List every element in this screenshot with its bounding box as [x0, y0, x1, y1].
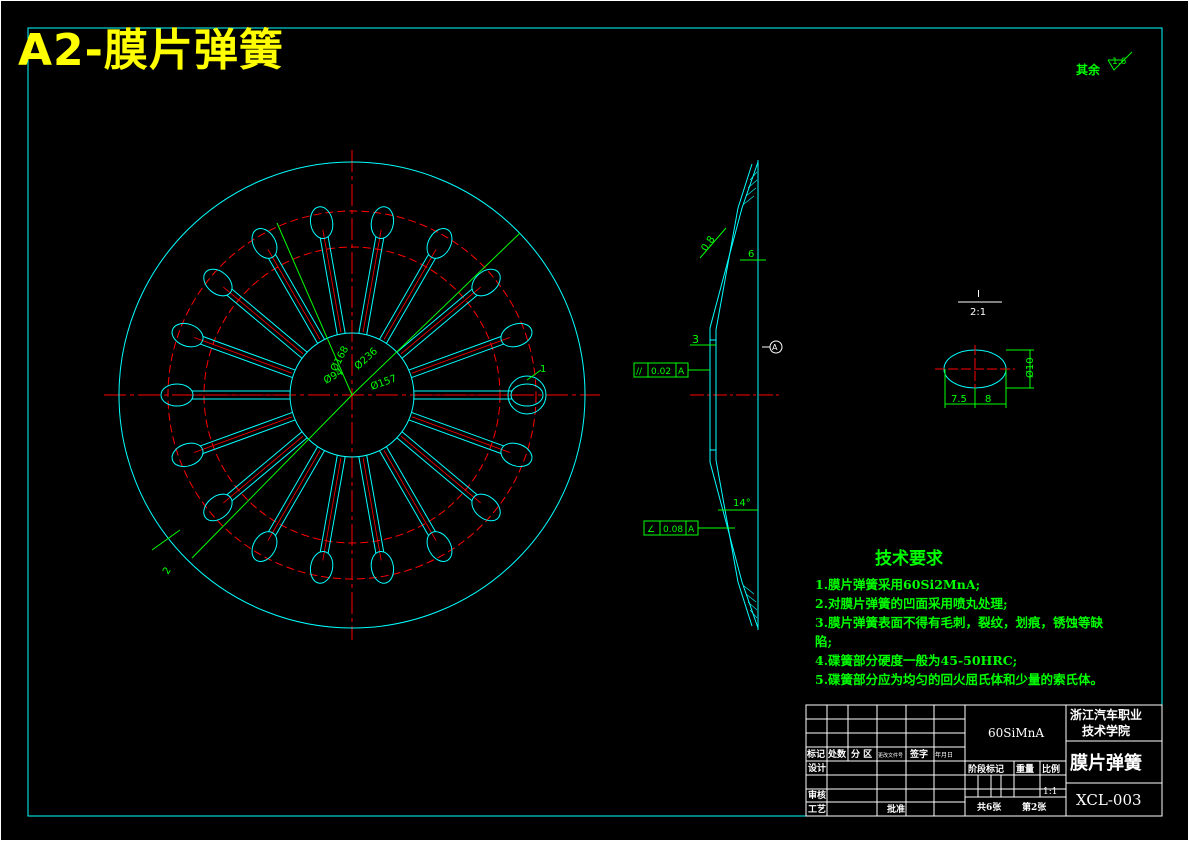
process-label: 工艺 [808, 803, 826, 815]
detail-dim-10: Ø10 [1024, 357, 1036, 378]
check-label: 审核 [808, 789, 826, 801]
datum-a-label: A [772, 343, 778, 352]
approve-label: 批准 [887, 803, 905, 815]
stage-label: 阶段标记 [968, 763, 1004, 775]
dim-14-deg: 14° [733, 498, 751, 509]
section-hatch-bottom [743, 585, 758, 619]
drawing-title: A2-膜片弹簧 [18, 25, 284, 76]
dim-0-8: 0.8 [699, 234, 717, 253]
roughness-symbol: 其余 1.6 [1076, 51, 1133, 77]
radial-slot [358, 455, 395, 584]
detail-dim-7-5: 7.5 [951, 394, 967, 405]
hdr-zone: 分 区 [851, 748, 872, 760]
section-mark-label: 2 [161, 565, 174, 576]
scale-label: 比例 [1042, 763, 1060, 775]
roughness-value: 1.6 [1112, 57, 1127, 67]
school-line-1: 浙江汽车职业 [1070, 707, 1142, 722]
dim-236: Ø236 [352, 345, 380, 372]
tech-item: 4.碟簧部分硬度一般为45-50HRC; [815, 653, 1018, 668]
tech-item: 2.对膜片弹簧的凹面采用喷丸处理; [815, 596, 1008, 611]
school-line-2: 技术学院 [1082, 723, 1130, 738]
radial-slot [408, 322, 533, 379]
dim-3: 3 [692, 333, 699, 346]
tol2-datum: A [688, 525, 695, 535]
tol1-value: 0.02 [651, 367, 671, 377]
tol1-symbol: // [636, 367, 643, 377]
radial-slot [309, 206, 346, 335]
roughness-prefix: 其余 [1076, 62, 1101, 77]
hdr-date: 年月日 [935, 751, 953, 759]
tol1-datum: A [678, 367, 685, 377]
detail-view: I 2:1 Ø10 7.5 8 [935, 289, 1036, 408]
dim-line-236 [351, 232, 521, 396]
detail-dim-8: 8 [985, 394, 991, 405]
tech-requirements: 技术要求 1.膜片弹簧采用60Si2MnA; 2.对膜片弹簧的凹面采用喷丸处理;… [815, 544, 1103, 689]
outer-frame [0, 0, 1189, 841]
sheets-total: 共6张 [977, 801, 1002, 813]
material-text: 60SiMnA [988, 726, 1044, 740]
radial-slot [358, 206, 395, 335]
detail-scale: 2:1 [970, 307, 986, 318]
detail-ref-label: 1 [540, 364, 546, 375]
inner-frame [27, 27, 1163, 817]
hdr-doc: 更改文件号 [878, 752, 903, 759]
tech-item: 5.碟簧部分应为均匀的回火屈氏体和少量的索氏体。 [815, 672, 1104, 687]
radial-slot [396, 268, 501, 359]
tech-item: 1.膜片弹簧采用60Si2MnA; [815, 577, 981, 592]
weight-label: 重量 [1016, 763, 1034, 775]
tech-item: 陷; [815, 634, 833, 649]
dim-6: 6 [748, 249, 754, 260]
section-hatch-top [743, 171, 758, 205]
radial-slot [379, 446, 453, 562]
scale-value: 1:1 [1043, 787, 1057, 797]
drawing-number: XCL-003 [1076, 791, 1142, 809]
radial-slot [396, 431, 501, 522]
tech-item: 3.膜片弹簧表面不得有毛刺，裂纹，划痕，锈蚀等缺 [815, 615, 1104, 630]
radial-slot [408, 411, 533, 468]
tech-heading: 技术要求 [875, 549, 943, 569]
radial-slot [309, 455, 346, 584]
radial-slot [251, 228, 325, 344]
hdr-sign: 签字 [909, 748, 928, 760]
tol2-value: 0.08 [663, 525, 683, 535]
sheet-number: 第2张 [1022, 801, 1047, 813]
drawing-canvas: 其余 1.6 1 2 Ø168 Ø94 Ø236 Ø157 6 0.8 3 14… [0, 0, 1189, 841]
detail-label: I [977, 289, 980, 300]
radial-slot [251, 446, 325, 562]
radial-slot [203, 268, 308, 359]
design-label: 设计 [808, 762, 826, 774]
part-name: 膜片弹簧 [1069, 752, 1142, 774]
radial-slot [203, 431, 308, 522]
dim-157: Ø157 [369, 372, 398, 393]
section-view: 6 0.8 3 14° A // 0.02 A ∠ 0.08 A [633, 160, 783, 630]
tol2-symbol: ∠ [647, 525, 655, 535]
radial-slot [171, 322, 296, 379]
hdr-mark: 标记 [806, 748, 825, 760]
hdr-count: 处数 [827, 748, 847, 760]
radial-slot [171, 411, 296, 468]
main-view: 1 2 Ø168 Ø94 Ø236 Ø157 [104, 150, 600, 640]
radial-slot [379, 228, 453, 344]
